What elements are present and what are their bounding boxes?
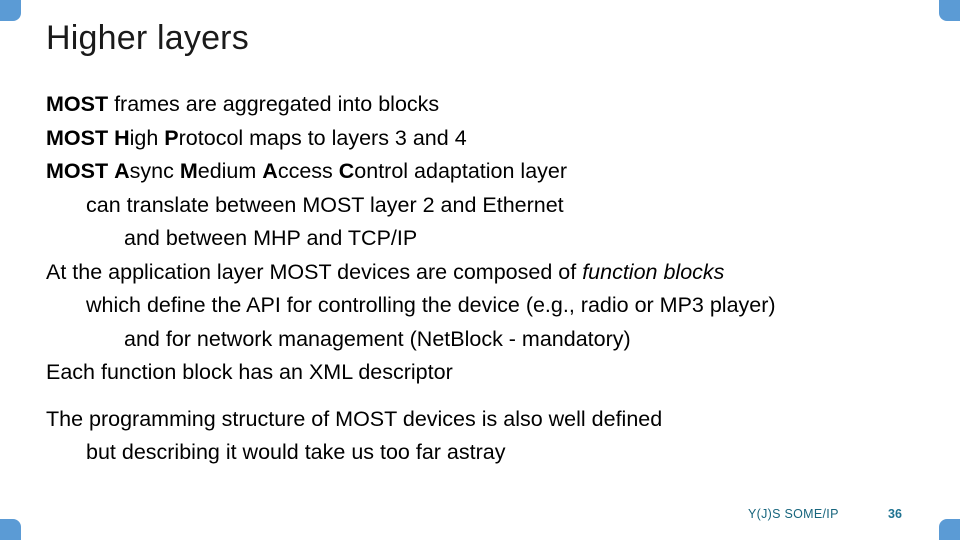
body-paragraph-spacer [46, 390, 936, 403]
body-text: Each function block has an XML descripto… [46, 360, 453, 384]
body-text: frames are aggregated into blocks [108, 92, 440, 116]
body-text-bold: A [262, 159, 278, 183]
body-text-bold: C [338, 159, 355, 183]
body-line: but describing it would take us too far … [46, 436, 936, 470]
body-text: which define the API for controlling the… [86, 293, 776, 317]
corner-decoration-top-right [939, 0, 960, 21]
body-text: can translate between MOST layer 2 and E… [86, 192, 564, 217]
body-text-bold: MOST [46, 125, 109, 150]
body-line: The programming structure of MOST device… [46, 403, 936, 437]
body-line: and between MHP and TCP/IP [46, 222, 936, 256]
body-text: and for network management (NetBlock - m… [124, 326, 631, 351]
body-text: rotocol maps to layers 3 and 4 [178, 125, 467, 150]
body-text: sync [129, 159, 180, 183]
body-line: which define the API for controlling the… [46, 289, 936, 323]
body-text: but describing it would take us too far … [86, 440, 506, 464]
body-text: and between MHP and TCP/IP [124, 226, 418, 250]
body-line: MOST Async Medium Access Control adaptat… [46, 155, 936, 189]
corner-decoration-top-left [0, 0, 21, 21]
body-line: MOST High Protocol maps to layers 3 and … [46, 122, 936, 156]
body-text-bold: MOST [46, 92, 109, 116]
body-line: can translate between MOST layer 2 and E… [46, 189, 936, 223]
body-text: At the application layer MOST devices ar… [46, 259, 583, 284]
body-text: The programming structure of MOST device… [46, 406, 663, 431]
body-text: edium [197, 159, 263, 183]
slide-canvas: Higher layers MOST frames are aggregated… [0, 0, 960, 540]
footer-page-number: 36 [888, 507, 902, 521]
body-line: At the application layer MOST devices ar… [46, 256, 936, 290]
slide-footer: Y(J)S SOME/IP 36 [0, 507, 960, 527]
body-text: ontrol adaptation layer [354, 159, 568, 183]
slide-body: MOST frames are aggregated into blocks MO… [46, 88, 936, 470]
body-text-bold: M [179, 159, 198, 183]
slide-title: Higher layers [46, 19, 249, 57]
body-line: and for network management (NetBlock - m… [46, 323, 936, 357]
body-text-bold: A [114, 159, 130, 183]
body-text-bold: MOST [46, 159, 109, 183]
body-text-bold: H [114, 125, 130, 150]
body-text: ccess [277, 159, 339, 183]
footer-label: Y(J)S SOME/IP [748, 507, 839, 521]
body-line: MOST frames are aggregated into blocks [46, 88, 936, 122]
body-line: Each function block has an XML descripto… [46, 356, 936, 390]
body-text: igh [129, 125, 165, 150]
body-text-italic: function blocks [582, 259, 725, 284]
body-text-bold: P [164, 125, 179, 150]
